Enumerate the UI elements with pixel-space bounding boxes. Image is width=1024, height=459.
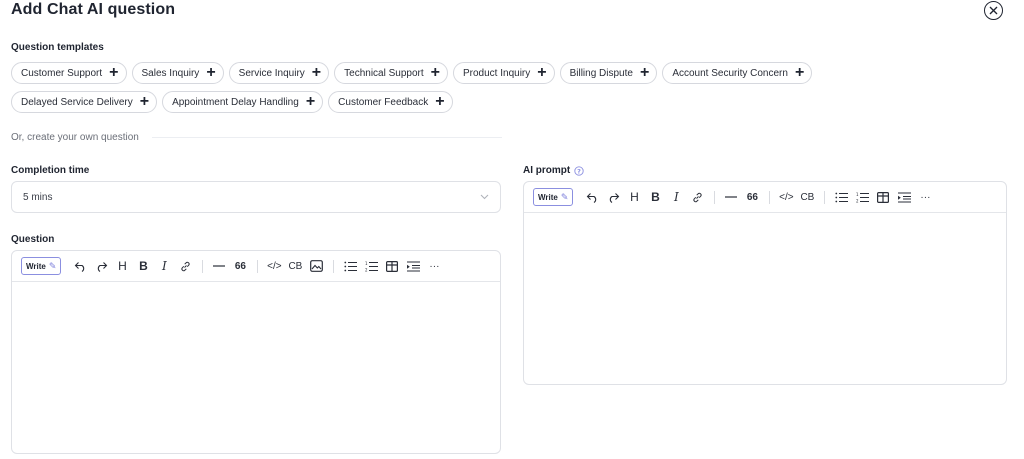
undo-icon[interactable]	[582, 188, 602, 206]
toolbar-separator	[714, 190, 716, 204]
ai-prompt-label: AI prompt	[523, 165, 571, 176]
svg-text:1: 1	[365, 261, 368, 266]
heading-button[interactable]: H	[624, 188, 644, 206]
italic-button[interactable]: I	[666, 188, 686, 206]
codeblock-button[interactable]: CB	[285, 257, 305, 275]
help-icon[interactable]: ?	[574, 165, 584, 176]
plus-icon: +	[435, 92, 445, 110]
image-icon[interactable]	[306, 257, 326, 275]
template-chip[interactable]: Customer Feedback +	[328, 91, 453, 113]
table-icon[interactable]	[873, 188, 893, 206]
template-chip[interactable]: Billing Dispute +	[559, 62, 658, 84]
svg-text:1: 1	[856, 192, 859, 197]
bullet-list-icon[interactable]	[831, 188, 851, 206]
numbered-list-icon[interactable]: 12	[852, 188, 872, 206]
divider	[152, 137, 502, 138]
templates-label: Question templates	[11, 42, 104, 53]
svg-text:2: 2	[856, 198, 859, 203]
plus-icon: +	[311, 63, 322, 81]
svg-text:?: ?	[577, 167, 581, 175]
codeblock-button[interactable]: CB	[797, 188, 817, 206]
ai-prompt-editor: Write ✎ H B I 66 </> CB 12 ···	[523, 181, 1007, 385]
toolbar-separator	[769, 190, 771, 204]
create-own-label: Or, create your own question	[11, 132, 139, 143]
plus-icon: +	[206, 63, 216, 81]
completion-time-select[interactable]: 5 mins	[11, 181, 501, 213]
toolbar-separator	[202, 259, 204, 273]
toolbar-separator	[333, 259, 335, 273]
template-chip[interactable]: Customer Support +	[11, 62, 127, 84]
link-icon[interactable]	[175, 257, 195, 275]
template-chip[interactable]: Product Inquiry +	[452, 62, 555, 84]
write-button[interactable]: Write ✎	[21, 257, 62, 275]
chevron-down-icon	[480, 194, 489, 200]
close-button[interactable]	[984, 1, 1003, 20]
question-text-area[interactable]	[12, 282, 500, 453]
completion-time-label: Completion time	[11, 165, 90, 176]
bold-button[interactable]: B	[133, 257, 153, 275]
blockquote-button[interactable]: 66	[230, 257, 250, 275]
template-chip[interactable]: Technical Support +	[334, 62, 448, 84]
plus-icon: +	[109, 63, 119, 81]
completion-time-value: 5 mins	[23, 191, 53, 203]
templates-row-2: Delayed Service Delivery + Appointment De…	[11, 91, 453, 113]
heading-button[interactable]: H	[112, 257, 132, 275]
toolbar-separator	[824, 190, 826, 204]
italic-button[interactable]: I	[154, 257, 174, 275]
template-chip[interactable]: Delayed Service Delivery +	[11, 91, 158, 113]
code-button[interactable]: </>	[776, 188, 796, 206]
more-options-button[interactable]: ···	[424, 257, 444, 275]
ai-prompt-toolbar: Write ✎ H B I 66 </> CB 12 ···	[524, 182, 1006, 213]
indent-icon[interactable]	[894, 188, 914, 206]
plus-icon: +	[139, 92, 150, 110]
undo-icon[interactable]	[70, 257, 90, 275]
question-toolbar: Write ✎ H B I 66 </> CB 12 ···	[12, 251, 500, 282]
plus-icon: +	[794, 63, 805, 81]
more-options-button[interactable]: ···	[915, 188, 935, 206]
link-icon[interactable]	[687, 188, 707, 206]
page-title: Add Chat AI question	[11, 1, 176, 18]
question-editor: Write ✎ H B I 66 </> CB 12 ···	[11, 250, 501, 454]
bold-button[interactable]: B	[645, 188, 665, 206]
template-chip[interactable]: Account Security Concern +	[662, 62, 813, 84]
magic-wand-icon: ✎	[48, 260, 57, 271]
template-chip[interactable]: Sales Inquiry +	[131, 62, 224, 84]
plus-icon: +	[305, 92, 316, 110]
plus-icon: +	[639, 63, 650, 81]
indent-icon[interactable]	[403, 257, 423, 275]
question-label: Question	[11, 234, 55, 245]
plus-icon: +	[430, 63, 440, 81]
template-chip[interactable]: Service Inquiry +	[228, 62, 330, 84]
magic-wand-icon: ✎	[560, 191, 569, 202]
plus-icon: +	[537, 63, 547, 81]
template-chip[interactable]: Appointment Delay Handling +	[162, 91, 324, 113]
blockquote-button[interactable]: 66	[742, 188, 762, 206]
horizontal-rule-icon[interactable]	[721, 188, 741, 206]
numbered-list-icon[interactable]: 12	[361, 257, 381, 275]
close-icon	[989, 6, 998, 15]
redo-icon[interactable]	[91, 257, 111, 275]
templates-row-1: Customer Support + Sales Inquiry + Service…	[11, 62, 813, 84]
toolbar-separator	[257, 259, 259, 273]
svg-text:2: 2	[365, 267, 368, 272]
write-button[interactable]: Write ✎	[533, 188, 574, 206]
ai-prompt-label-row: AI prompt ?	[523, 165, 584, 176]
code-button[interactable]: </>	[264, 257, 284, 275]
horizontal-rule-icon[interactable]	[209, 257, 229, 275]
table-icon[interactable]	[382, 257, 402, 275]
bullet-list-icon[interactable]	[340, 257, 360, 275]
ai-prompt-text-area[interactable]	[524, 213, 1006, 384]
redo-icon[interactable]	[603, 188, 623, 206]
